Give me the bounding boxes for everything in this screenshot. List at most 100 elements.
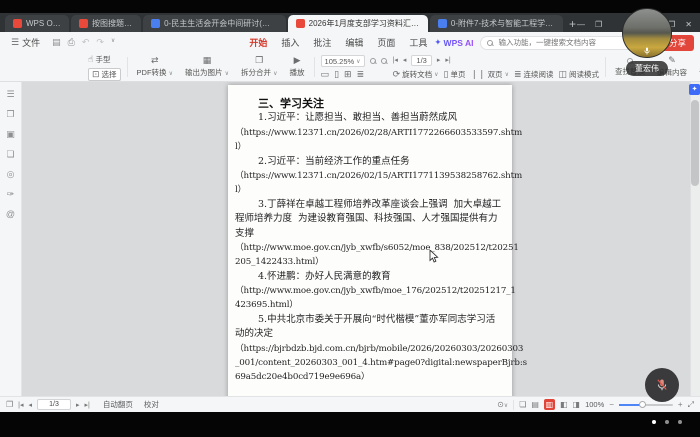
divider [314,57,315,77]
save-icon[interactable]: ▤ [52,37,61,48]
file-menu-button[interactable]: ☰ 文件 [6,34,45,51]
search-input[interactable] [496,37,635,48]
ribbon-tab[interactable]: 页面 [377,36,395,49]
zoom-slider[interactable] [619,404,673,406]
fit-width-icon[interactable]: ▭ [321,70,330,79]
command-search [480,36,642,50]
zoom-dropdown[interactable]: 105.25% ∨ [321,55,365,67]
prev-page-icon[interactable]: ◂ [29,401,33,409]
fit-continuous-icon[interactable]: ≣ [357,70,365,79]
proofread-button[interactable]: 校对 [144,399,159,410]
pdf-convert-button[interactable]: ⇄ PDF转换 ∨ [134,56,177,78]
ribbon-tab[interactable]: 开始 [249,36,267,49]
next-page-icon[interactable]: ▸ [437,56,441,64]
recognize-table-button[interactable]: ⊞ 识别表格 [696,56,700,78]
ribbon-tab[interactable]: 编辑 [345,36,363,49]
chevron-down-icon[interactable]: ∨ [111,37,115,48]
single-page-view-icon[interactable]: ❏ [519,400,526,409]
thumbnail-panel-icon[interactable]: ❐ [6,400,13,409]
tab-favicon [79,19,88,28]
continuous-icon: ≣ [514,70,522,79]
hand-tool-button[interactable]: ☝ 手型 [88,54,121,65]
tab-title: WPS Office [26,19,61,28]
prev-page-icon[interactable]: ◂ [403,56,407,64]
fit-grid-icon[interactable]: ⊞ [344,70,352,79]
new-tab-button[interactable]: + [569,18,576,30]
play-icon: ▶ [294,56,301,65]
fullscreen-icon[interactable]: ⤢ [688,400,694,410]
document-text-line: （https://www.12371.cn/2026/02/15/ARTI177… [228,169,512,183]
fit-page-icon[interactable]: ▯ [334,70,339,79]
ribbon-tabs: 开始 插入 批注 编辑 页面 工具 [249,36,427,49]
mute-mic-button[interactable] [645,368,679,402]
ribbon-tab[interactable]: 批注 [313,36,331,49]
scrollbar-thumb[interactable] [691,100,699,186]
undo-icon[interactable]: ↶ [82,37,90,48]
fit-width-view-icon[interactable]: ◧ [560,400,568,409]
read-mode-button[interactable]: ◫ 阅读模式 [559,69,600,80]
minimize-button[interactable]: — [577,20,585,29]
print-icon[interactable]: ⎙ [68,37,75,48]
last-page-icon[interactable]: ▸| [85,401,90,409]
redo-icon[interactable]: ↷ [96,37,104,48]
last-page-icon[interactable]: ▸| [445,56,450,64]
sidebar-tool-icon[interactable]: ▣ [6,130,15,139]
zoom-out-icon[interactable] [370,58,376,64]
double-page-button[interactable]: ❘❘ 双页∨ [470,69,509,80]
maximize-button[interactable]: ❐ [595,20,602,29]
auto-flip-toggle[interactable]: 自动翻页 [103,399,133,410]
first-page-icon[interactable]: |◂ [393,56,398,64]
zoom-slider-knob[interactable] [639,401,646,408]
sidebar-tool-icon[interactable]: ✑ [7,190,15,199]
zoom-slider-fill [619,404,641,406]
sidebar-tool-icon[interactable]: ❏ [6,150,14,159]
sidebar-tool-icon[interactable]: ❐ [6,110,14,119]
zoom-out-button[interactable]: − [609,400,614,409]
document-tab[interactable]: WPS Office [5,15,69,32]
double-page-icon: ❘❘ [470,70,485,79]
document-tab[interactable]: 按图搜题助手 [71,15,141,32]
play-button[interactable]: ▶ 播放 [287,56,308,78]
side-widget-button[interactable]: ✦ [689,84,700,95]
tab-title: 0-民主生活会开会中间研讨(讲稿模… [164,18,278,29]
close-button[interactable]: ✕ [685,20,692,29]
select-icon: ⊡ [92,70,100,79]
zoom-percent[interactable]: 100% [585,400,604,409]
sidebar-tool-icon[interactable]: ◎ [7,170,15,179]
next-page-icon[interactable]: ▸ [76,401,80,409]
document-tab[interactable]: 0-附件7-技术与智能工程学院20… [430,15,563,32]
first-page-icon[interactable]: |◂ [18,401,23,409]
split-merge-button[interactable]: ❐ 拆分合并 ∨ [238,56,281,78]
zoom-in-icon[interactable] [381,58,387,64]
document-tab-bar: WPS Office 按图搜题助手 0-民主生活会开会中间研讨(讲稿模… 202… [0,13,700,32]
sparkle-icon: ✦ [434,37,441,48]
share-label: 分享 [669,37,686,49]
menu-bar: ☰ 文件 ▤ ⎙ ↶ ↷ ∨ 开始 插入 批注 编辑 页面 工具 [0,32,700,53]
export-image-button[interactable]: ▦ 输出为图片 ∨ [182,56,232,78]
single-page-icon: ▯ [444,70,449,79]
presenter-webcam-bubble[interactable] [622,8,672,58]
single-page-button[interactable]: ▯ 单页 [444,69,466,80]
page-indicator[interactable]: 1/3 [37,399,71,410]
continuous-view-icon[interactable]: ▥ [544,399,555,410]
fit-page-view-icon[interactable]: ◨ [573,400,581,409]
wps-ai-button[interactable]: ✦ WPS AI [434,37,473,48]
sidebar-tool-icon[interactable]: @ [6,210,15,219]
ribbon-tab[interactable]: 工具 [409,36,427,49]
page-indicator[interactable]: 1/3 [411,55,431,66]
document-tab[interactable]: 2026年1月度支部学习资料汇编20… [288,15,428,32]
zoom-in-button[interactable]: + [678,400,683,409]
rotate-button[interactable]: ⟳ 旋转文档∨ [393,69,439,80]
document-text-line: 三、学习关注 [228,97,512,111]
sidebar-tool-icon[interactable]: ☰ [6,90,14,99]
book-view-icon[interactable]: ▤ [531,400,539,409]
continuous-read-button[interactable]: ≣ 连续阅读 [514,69,554,80]
tab-favicon [296,19,305,28]
document-text-line: 4.怀进鹏：办好人民满意的教育 [228,270,512,284]
view-options-dropdown[interactable]: ⊙∨ [497,400,508,409]
ribbon-tab[interactable]: 插入 [281,36,299,49]
document-text-line: （https://bjrbdzb.bjd.com.cn/bjrb/mobile/… [228,342,512,356]
select-tool-button[interactable]: ⊡ 选择 [88,68,121,81]
document-tab[interactable]: 0-民主生活会开会中间研讨(讲稿模… [143,15,286,32]
zoom-value: 105.25% [325,57,355,66]
